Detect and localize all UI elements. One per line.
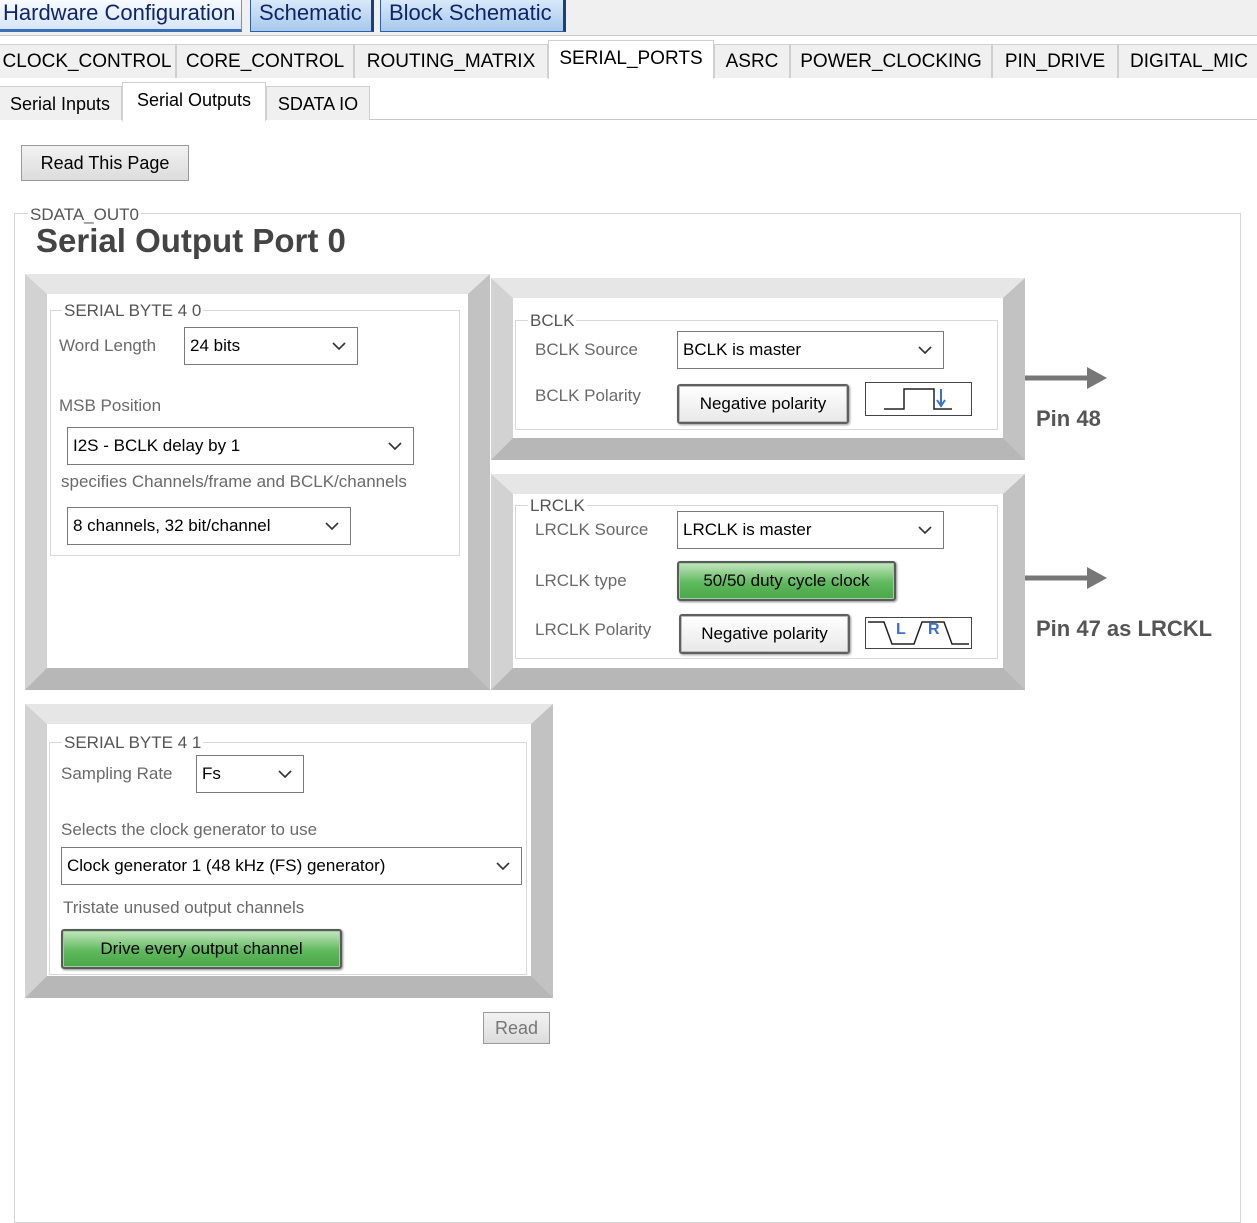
read-this-page-button[interactable]: Read This Page [21,145,189,181]
subtab-bar: Serial Inputs Serial Outputs SDATA IO [0,80,1257,121]
sampling-rate-value: Fs [202,764,221,783]
clock-generator-select[interactable]: Clock generator 1 (48 kHz (FS) generator… [61,847,522,885]
lrclk-wave-icon: L R [865,617,972,649]
msb-position-select[interactable]: I2S - BCLK delay by 1 [67,427,414,465]
chevron-down-icon [918,526,932,535]
sampling-rate-label: Sampling Rate [61,764,173,783]
word-length-value: 24 bits [190,336,241,355]
tristate-button[interactable]: Drive every output channel [61,929,342,969]
tab-power-clocking[interactable]: POWER_CLOCKING [790,44,992,78]
lrclk-source-select[interactable]: LRCLK is master [677,511,944,549]
tab-digital-mic[interactable]: DIGITAL_MIC [1118,44,1257,78]
arrow-right-icon [1025,567,1107,589]
lrclk-type-button[interactable]: 50/50 duty cycle clock [677,561,896,601]
chevron-down-icon [496,862,510,871]
lrclk-type-label: LRCLK type [535,571,627,590]
channels-value: 8 channels, 32 bit/channel [73,516,271,535]
bclk-polarity-button[interactable]: Negative polarity [677,384,849,424]
lrclk-pin-label: Pin 47 as LRCKL [1036,616,1213,641]
lrclk-source-label: LRCLK Source [535,520,649,539]
clock-generator-label: Selects the clock generator to use [61,820,318,839]
document-tabbar: Hardware Configuration Schematic Block S… [0,0,1257,36]
lrclk-source-value: LRCLK is master [683,520,812,539]
tab-sdata-io[interactable]: SDATA IO [266,86,370,120]
word-length-label: Word Length [59,336,157,355]
chevron-down-icon [918,346,932,355]
tab-hardware-configuration[interactable]: Hardware Configuration [0,0,242,32]
bclk-source-select[interactable]: BCLK is master [677,331,944,369]
channels-label: specifies Channels/frame and BCLK/channe… [61,472,407,491]
tab-core-control[interactable]: CORE_CONTROL [176,44,354,78]
tab-clock-control[interactable]: CLOCK_CONTROL [0,44,176,78]
tab-routing-matrix[interactable]: ROUTING_MATRIX [354,44,548,78]
bclk-source-value: BCLK is master [683,340,802,359]
msb-position-value: I2S - BCLK delay by 1 [73,436,241,455]
chevron-down-icon [278,770,292,779]
lrclk-polarity-button[interactable]: Negative polarity [679,614,850,654]
bclk-polarity-label: BCLK Polarity [535,386,641,405]
tab-serial-inputs[interactable]: Serial Inputs [0,86,122,120]
read-button[interactable]: Read [483,1012,550,1044]
wave-left-label: L [896,621,906,638]
tab-asrc[interactable]: ASRC [714,44,790,78]
tab-schematic[interactable]: Schematic [250,0,374,32]
chevron-down-icon [332,342,346,351]
word-length-select[interactable]: 24 bits [184,327,358,365]
sampling-rate-select[interactable]: Fs [196,755,304,793]
clock-generator-value: Clock generator 1 (48 kHz (FS) generator… [67,856,386,875]
serial-byte-4-0-legend: SERIAL BYTE 4 0 [62,301,204,320]
tab-block-schematic[interactable]: Block Schematic [380,0,566,32]
tab-serial-outputs[interactable]: Serial Outputs [122,82,266,121]
register-tabbar: CLOCK_CONTROL CORE_CONTROL ROUTING_MATRI… [0,40,1257,79]
chevron-down-icon [325,522,339,531]
tab-pin-drive[interactable]: PIN_DRIVE [992,44,1118,78]
tab-serial-ports[interactable]: SERIAL_PORTS [548,40,714,79]
channels-select[interactable]: 8 channels, 32 bit/channel [67,507,351,545]
bclk-source-label: BCLK Source [535,340,638,359]
page-title: Serial Output Port 0 [36,222,346,259]
tristate-label: Tristate unused output channels [63,898,305,917]
lrclk-legend: LRCLK [528,496,587,515]
bclk-pin-label: Pin 48 [1036,406,1101,431]
arrow-right-icon [1025,367,1107,389]
bclk-legend: BCLK [528,311,577,330]
msb-position-label: MSB Position [59,396,162,415]
wave-right-label: R [928,621,940,638]
lrclk-polarity-label: LRCLK Polarity [535,620,652,639]
chevron-down-icon [388,442,402,451]
serial-byte-4-1-legend: SERIAL BYTE 4 1 [62,733,204,752]
clock-wave-icon [865,382,972,416]
